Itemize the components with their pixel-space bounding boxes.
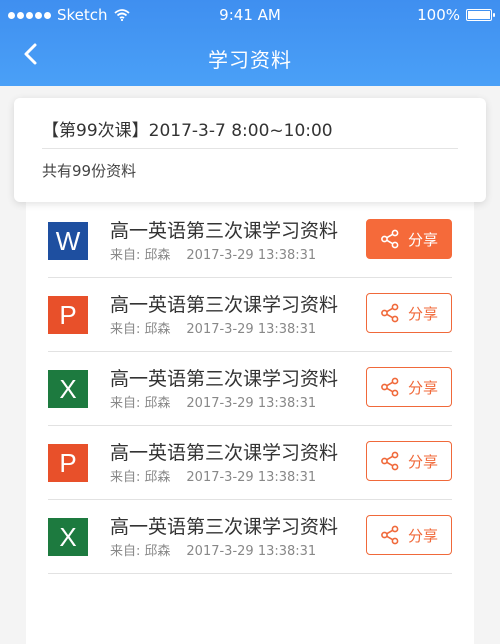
course-time: 2017-3-7 8:00~10:00 [148, 121, 333, 141]
material-title[interactable]: 高一英语第三次课学习资料 [110, 364, 338, 391]
share-button[interactable]: 分享 [366, 219, 452, 259]
material-title[interactable]: 高一英语第三次课学习资料 [110, 512, 338, 539]
list-item[interactable]: X 高一英语第三次课学习资料 来自: 邱森 2017-3-29 13:38:31 分… [48, 500, 452, 574]
material-list: W 高一英语第三次课学习资料 来自: 邱森 2017-3-29 13:38:31 分… [48, 204, 452, 574]
file-type-icon: P [48, 444, 88, 482]
material-title[interactable]: 高一英语第三次课学习资料 [110, 290, 338, 317]
list-item[interactable]: P 高一英语第三次课学习资料 来自: 邱森 2017-3-29 13:38:31 分… [48, 278, 452, 352]
author-name: 邱森 [144, 544, 171, 559]
from-label: 来自: [110, 322, 141, 337]
status-bar: Sketch 9:41 AM 100% [0, 0, 500, 28]
material-title[interactable]: 高一英语第三次课学习资料 [110, 216, 338, 243]
course-tag: 【第99次课】 [42, 121, 149, 141]
from-label: 来自: [110, 248, 141, 263]
course-summary-card: 【第99次课】2017-3-7 8:00~10:00 共有99份资料 [14, 98, 486, 202]
share-button[interactable]: 分享 [366, 293, 452, 333]
author-name: 邱森 [144, 396, 171, 411]
list-item[interactable]: X 高一英语第三次课学习资料 来自: 邱森 2017-3-29 13:38:31 分… [48, 352, 452, 426]
app-header: Sketch 9:41 AM 100% 学习资料 [0, 0, 500, 86]
share-icon [381, 377, 399, 397]
share-button[interactable]: 分享 [366, 367, 452, 407]
divider [42, 148, 458, 149]
list-item[interactable]: P 高一英语第三次课学习资料 来自: 邱森 2017-3-29 13:38:31 分… [48, 426, 452, 500]
share-button[interactable]: 分享 [366, 515, 452, 555]
from-label: 来自: [110, 470, 141, 485]
upload-date: 2017-3-29 13:38:31 [186, 544, 317, 559]
share-label: 分享 [407, 526, 438, 545]
material-count: 共有99份资料 [42, 162, 137, 180]
author-name: 邱森 [144, 322, 171, 337]
status-right: 100% [417, 6, 495, 24]
share-icon [381, 303, 399, 323]
upload-date: 2017-3-29 13:38:31 [186, 470, 317, 485]
from-label: 来自: [110, 396, 141, 411]
battery-percent: 100% [417, 6, 460, 24]
list-item[interactable]: W 高一英语第三次课学习资料 来自: 邱森 2017-3-29 13:38:31 分… [48, 204, 452, 278]
from-label: 来自: [110, 544, 141, 559]
share-button[interactable]: 分享 [366, 441, 452, 481]
upload-date: 2017-3-29 13:38:31 [186, 322, 317, 337]
author-name: 邱森 [144, 470, 171, 485]
material-meta: 来自: 邱森 2017-3-29 13:38:31 [110, 540, 316, 559]
material-meta: 来自: 邱森 2017-3-29 13:38:31 [110, 244, 316, 263]
upload-date: 2017-3-29 13:38:31 [186, 248, 317, 263]
share-icon [381, 525, 399, 545]
share-label: 分享 [407, 230, 438, 249]
share-label: 分享 [407, 378, 438, 397]
page-title: 学习资料 [208, 48, 292, 72]
file-type-icon: P [48, 296, 88, 334]
file-type-icon: W [48, 222, 88, 260]
material-meta: 来自: 邱森 2017-3-29 13:38:31 [110, 392, 316, 411]
share-icon [381, 451, 399, 471]
material-title[interactable]: 高一英语第三次课学习资料 [110, 438, 338, 465]
author-name: 邱森 [144, 248, 171, 263]
upload-date: 2017-3-29 13:38:31 [186, 396, 317, 411]
file-type-icon: X [48, 518, 88, 556]
share-icon [381, 229, 399, 249]
file-type-icon: X [48, 370, 88, 408]
course-info: 【第99次课】2017-3-7 8:00~10:00 [42, 116, 333, 141]
share-label: 分享 [407, 304, 438, 323]
share-label: 分享 [407, 452, 438, 471]
material-meta: 来自: 邱森 2017-3-29 13:38:31 [110, 466, 316, 485]
battery-icon [466, 9, 495, 21]
material-meta: 来自: 邱森 2017-3-29 13:38:31 [110, 318, 316, 337]
